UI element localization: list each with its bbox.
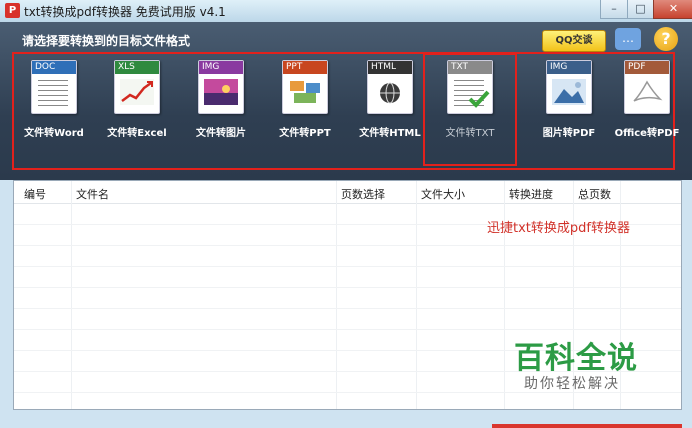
format-label: 文件转图片 — [196, 128, 246, 139]
globe-icon — [380, 82, 400, 104]
format-tag: XLS — [115, 61, 159, 74]
watermark-logo: 百科全说 — [514, 341, 638, 376]
txt-doc-icon: TXT — [447, 60, 493, 114]
column-divider — [71, 181, 72, 409]
row-divider — [14, 308, 681, 309]
rising-chart-icon — [120, 79, 154, 105]
help-icon: ? — [661, 29, 671, 48]
format-label: Office转PDF — [614, 128, 680, 139]
format-image-button[interactable]: IMG 文件转图片 — [181, 60, 261, 164]
row-divider — [14, 266, 681, 267]
column-header-file-size[interactable]: 文件大小 — [421, 186, 465, 202]
format-label: 文件转PPT — [279, 128, 331, 139]
pdf-doc-icon: PDF — [624, 60, 670, 114]
window-title: txt转换成pdf转换器 免费试用版 v4.1 — [24, 5, 226, 19]
format-prompt: 请选择要转换到的目标文件格式 — [22, 34, 191, 48]
format-txt-button[interactable]: TXT 文件转TXT — [430, 60, 510, 164]
row-divider — [14, 329, 681, 330]
format-tag: IMG — [199, 61, 243, 74]
row-divider — [14, 245, 681, 246]
doc-lines — [38, 80, 68, 108]
format-html-button[interactable]: HTML 文件转HTML — [350, 60, 430, 164]
column-divider — [416, 181, 417, 409]
close-icon: ✕ — [668, 2, 679, 15]
column-header-number[interactable]: 编号 — [24, 186, 46, 202]
format-tag: HTML — [368, 61, 412, 74]
maximize-icon: □ — [635, 2, 646, 15]
format-excel-button[interactable]: XLS 文件转Excel — [97, 60, 177, 164]
title-bar: P txt转换成pdf转换器 免费试用版 v4.1 – □ ✕ — [0, 0, 692, 23]
format-label: 文件转Excel — [107, 128, 167, 139]
html-doc-icon: HTML — [367, 60, 413, 114]
message-button[interactable]: … — [615, 28, 641, 50]
format-word-button[interactable]: DOC 文件转Word — [14, 60, 94, 164]
ppt-doc-icon: PPT — [282, 60, 328, 114]
format-ppt-button[interactable]: PPT 文件转PPT — [265, 60, 345, 164]
format-toolbar: 请选择要转换到的目标文件格式 QQ交谈 … ? DOC 文件转Word XLS … — [0, 22, 692, 180]
format-tag: PPT — [283, 61, 327, 74]
format-office-to-pdf-button[interactable]: PDF Office转PDF — [607, 60, 687, 164]
column-header-page-select[interactable]: 页数选择 — [341, 186, 385, 202]
acrobat-symbol-icon — [633, 80, 663, 102]
watermark-slogan: 助你轻松解决 — [524, 376, 620, 392]
table-header: 编号 文件名 页数选择 文件大小 转换进度 总页数 — [14, 181, 681, 204]
excel-chart-icon: XLS — [114, 60, 160, 114]
format-label: 图片转PDF — [542, 128, 596, 139]
format-label: 文件转Word — [24, 128, 84, 139]
format-image-to-pdf-button[interactable]: IMG 图片转PDF — [529, 60, 609, 164]
column-header-total-pages[interactable]: 总页数 — [578, 186, 611, 202]
maximize-button[interactable]: □ — [627, 0, 654, 19]
format-label: 文件转TXT — [445, 128, 495, 139]
mountain-picture-icon — [552, 79, 586, 105]
img-pdf-doc-icon: IMG — [546, 60, 592, 114]
row-divider — [14, 287, 681, 288]
column-header-progress[interactable]: 转换进度 — [509, 186, 553, 202]
qq-chat-label: QQ交谈 — [555, 35, 593, 46]
slide-pictures-icon — [290, 81, 320, 103]
format-tag: IMG — [547, 61, 591, 74]
minimize-icon: – — [611, 2, 617, 15]
minimize-button[interactable]: – — [600, 0, 628, 19]
image-doc-icon: IMG — [198, 60, 244, 114]
column-divider — [336, 181, 337, 409]
column-header-filename[interactable]: 文件名 — [76, 186, 109, 202]
format-label: 文件转HTML — [359, 128, 421, 139]
format-tag: PDF — [625, 61, 669, 74]
format-tag: TXT — [448, 61, 492, 74]
green-check-icon — [468, 90, 490, 108]
close-button[interactable]: ✕ — [653, 0, 692, 19]
pdf-app-icon: P — [5, 3, 20, 18]
column-divider — [504, 181, 505, 409]
qq-chat-button[interactable]: QQ交谈 — [542, 30, 606, 52]
file-list-table[interactable]: 编号 文件名 页数选择 文件大小 转换进度 总页数 迅捷txt转换成pdf转换器… — [13, 180, 682, 410]
app-name-caption: 迅捷txt转换成pdf转换器 — [487, 221, 630, 236]
format-tag: DOC — [32, 61, 76, 74]
start-button-edge[interactable] — [492, 424, 682, 428]
help-button[interactable]: ? — [654, 27, 678, 51]
word-doc-icon: DOC — [31, 60, 77, 114]
sunset-photo-icon — [204, 79, 238, 105]
chat-bubble-icon: … — [622, 31, 634, 45]
